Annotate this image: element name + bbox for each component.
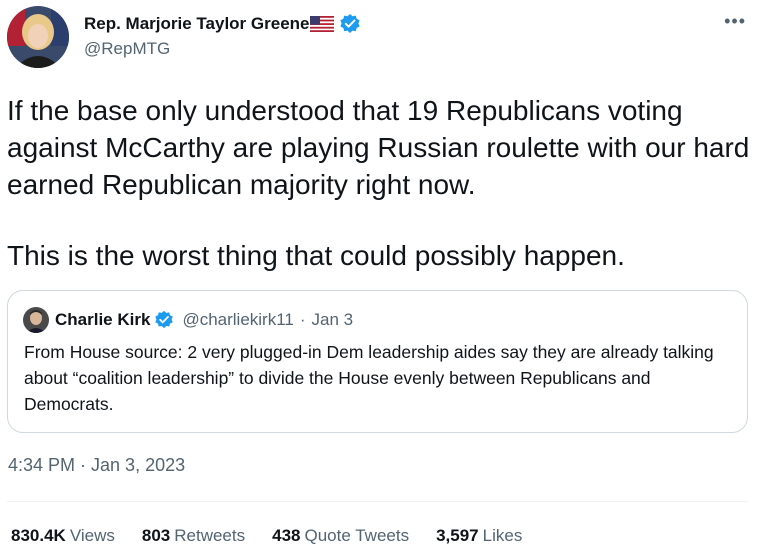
verified-badge-icon	[339, 13, 361, 35]
tweet-paragraph: If the base only understood that 19 Repu…	[7, 95, 750, 200]
us-flag-icon	[310, 16, 335, 32]
stat-value: 438	[272, 526, 301, 545]
author-name-row[interactable]: Rep. Marjorie Taylor Greene	[84, 13, 361, 35]
quoted-tweet-date: Jan 3	[311, 310, 354, 329]
stat-quote-tweets[interactable]: 438 Quote Tweets	[272, 526, 409, 546]
stat-label: Quote Tweets	[304, 526, 410, 545]
quoted-tweet-text: From House source: 2 very plugged-in Dem…	[24, 342, 714, 414]
stat-views[interactable]: 830.4K Views	[11, 526, 115, 546]
stat-label: Views	[69, 526, 115, 545]
separator-dot: ·	[299, 310, 306, 329]
stat-value: 830.4K	[11, 526, 66, 545]
tweet-timestamp[interactable]: 4:34 PM · Jan 3, 2023	[8, 455, 185, 476]
quoted-author-handle: @charliekirk11	[182, 310, 294, 329]
stat-value: 803	[141, 526, 171, 545]
author-handle[interactable]: @RepMTG	[84, 39, 170, 59]
tweet-stats: 830.4K Views 803 Retweets 438 Quote Tweets …	[11, 526, 549, 546]
quoted-tweet-header: Charlie Kirk @charliekirk11 · Jan 3	[23, 307, 353, 333]
divider	[7, 501, 748, 502]
stat-label: Retweets	[174, 526, 246, 545]
stat-retweets[interactable]: 803 Retweets	[142, 526, 245, 546]
stat-likes[interactable]: 3,597 Likes	[436, 526, 522, 546]
tweet-text: If the base only understood that 19 Repu…	[7, 92, 757, 274]
stat-value: 3,597	[436, 526, 479, 545]
tweet-paragraph: This is the worst thing that could possi…	[7, 240, 625, 271]
verified-badge-icon	[154, 310, 174, 330]
more-options-icon[interactable]: •••	[724, 12, 746, 30]
author-avatar[interactable]	[7, 6, 69, 68]
quoted-tweet[interactable]: Charlie Kirk @charliekirk11 · Jan 3 From…	[7, 290, 748, 433]
author-name[interactable]: Rep. Marjorie Taylor Greene	[84, 14, 309, 34]
quoted-author-name: Charlie Kirk	[55, 310, 151, 329]
quoted-author-avatar	[23, 307, 49, 333]
stat-label: Likes	[482, 526, 523, 545]
